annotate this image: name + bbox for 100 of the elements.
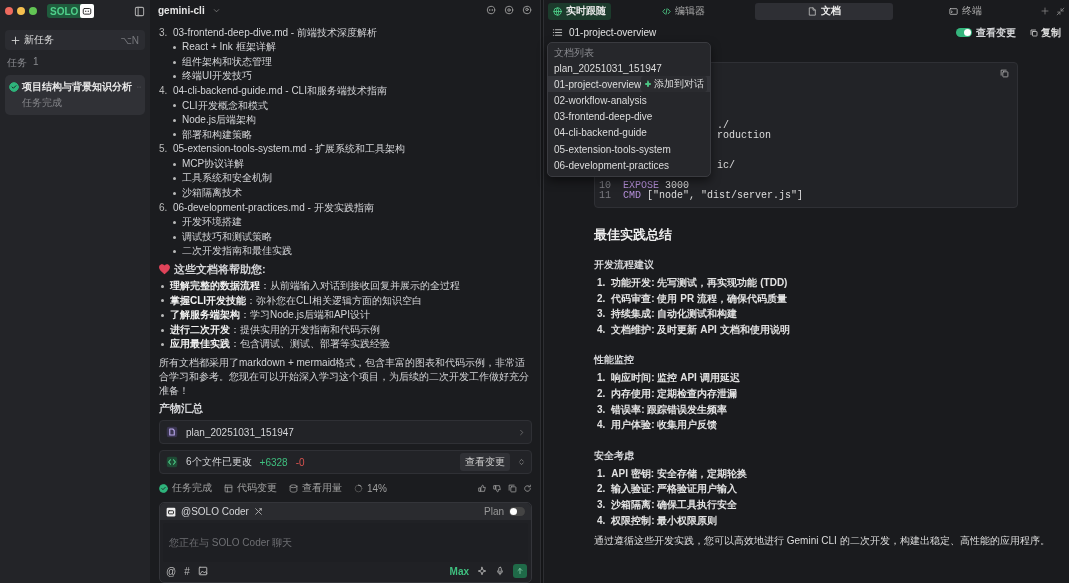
document-title: 01-project-overview xyxy=(569,27,657,38)
list-item: 终端UI开发技巧 xyxy=(182,69,252,84)
bullet-icon xyxy=(161,343,164,347)
task-count: 1 xyxy=(33,56,39,69)
tag-button[interactable]: # xyxy=(184,565,190,577)
bullet-icon xyxy=(161,328,164,332)
list-number: 4. xyxy=(597,322,606,337)
settings-icon[interactable] xyxy=(504,5,514,16)
menu-heading: 文档列表 xyxy=(553,46,595,60)
arrow-up-icon xyxy=(516,567,524,575)
heart-icon xyxy=(159,263,170,275)
bullet-icon xyxy=(161,299,164,303)
mode-label[interactable]: Max xyxy=(449,565,469,577)
terminal-icon xyxy=(948,6,958,16)
bullet-icon xyxy=(173,60,176,64)
removed-count: -0 xyxy=(295,456,305,468)
list-number: 1. xyxy=(597,276,606,290)
section-heading: 性能监控 xyxy=(594,353,635,368)
progress-ring-icon xyxy=(354,483,363,493)
list-number: 3. xyxy=(597,497,606,512)
summary-text: 所有文档都采用了markdown + mermaid格式，包含丰富的图表和代码示例，非常适合学习和参考。您现在可以开始深入学习这个项目，为后续的二次开发工作做好充分准备！ xyxy=(159,356,530,398)
list-item: API 密钥: 安全存储，定期轮换 xyxy=(611,466,747,481)
chevron-right-icon xyxy=(518,428,525,436)
add-to-chat-button[interactable]: 添加到对话 xyxy=(641,76,708,93)
status-item[interactable]: 代码变更 xyxy=(224,481,277,495)
thumbs-down-icon[interactable] xyxy=(493,483,502,493)
copy-icon[interactable] xyxy=(1000,69,1009,78)
document-heading: 最佳实践总结 xyxy=(594,226,673,244)
plus-icon xyxy=(1041,7,1049,15)
sidebar-toggle-icon[interactable] xyxy=(134,5,145,17)
panel-tab[interactable]: 编辑器 xyxy=(614,2,752,20)
line-number: 11 xyxy=(599,191,612,201)
task-item[interactable]: 项目结构与背景知识分析 任务完成 xyxy=(5,75,145,115)
robot-icon xyxy=(82,6,93,16)
user-icon[interactable] xyxy=(522,5,532,16)
section-heading: 产物汇总 xyxy=(159,401,204,416)
image-icon[interactable] xyxy=(197,566,208,576)
bullet-icon xyxy=(173,45,176,49)
list-item: 二次开发指南和最佳实践 xyxy=(182,244,292,259)
window-zoom-button[interactable] xyxy=(29,7,37,15)
panel-tab[interactable]: 文档 xyxy=(755,2,893,20)
list-item: 进行二次开发：提供实用的开发指南和代码示例 xyxy=(170,322,380,337)
bullet-icon xyxy=(161,314,164,317)
database-icon xyxy=(289,483,298,493)
copy-icon[interactable] xyxy=(508,483,517,493)
list-icon[interactable] xyxy=(552,27,563,38)
section-heading: 安全考虑 xyxy=(594,448,635,463)
view-changes-toggle[interactable] xyxy=(956,28,972,37)
collapse-icon[interactable] xyxy=(1056,6,1065,16)
window-close-button[interactable] xyxy=(5,7,13,15)
mention-button[interactable]: @ xyxy=(166,565,177,577)
send-button[interactable] xyxy=(513,564,527,578)
panel-tab[interactable]: 终端 xyxy=(896,2,1034,20)
list-number: 4. xyxy=(597,418,606,433)
list-number: 2. xyxy=(597,291,606,306)
bullet-icon xyxy=(173,104,176,108)
code-line: ./ xyxy=(717,121,729,131)
bullet-icon xyxy=(173,133,176,137)
menu-item[interactable]: 01-project-overview 添加到对话 xyxy=(548,76,710,93)
list-number: 3. xyxy=(597,307,606,322)
menu-item[interactable]: 06-development-practices xyxy=(548,157,710,174)
list-item: 沙箱隔离技术 xyxy=(182,186,242,201)
copy-button[interactable]: 复制 xyxy=(1030,25,1061,40)
expand-icon[interactable] xyxy=(518,458,525,466)
document-icon xyxy=(166,426,178,438)
menu-item[interactable]: plan_20251031_151947 xyxy=(548,60,710,77)
sparkle-icon[interactable] xyxy=(477,566,487,576)
new-task-button[interactable]: 新任务 ⌥N xyxy=(5,30,145,50)
thumbs-up-icon[interactable] xyxy=(478,483,487,493)
refresh-icon[interactable] xyxy=(523,483,532,493)
plan-toggle[interactable] xyxy=(509,507,525,516)
app-name: SOLO xyxy=(50,5,79,17)
list-item: CLI开发概念和模式 xyxy=(182,98,268,113)
menu-item[interactable]: 04-cli-backend-guide xyxy=(548,124,710,141)
menu-item[interactable]: 02-workflow-analysis xyxy=(548,92,710,109)
list-item: 调试技巧和测试策略 xyxy=(182,229,272,244)
menu-item[interactable]: 03-frontend-deep-dive xyxy=(548,108,710,125)
status-item[interactable]: 查看用量 xyxy=(289,481,342,495)
list-number: 1. xyxy=(597,371,606,386)
list-number: 4. xyxy=(159,83,169,98)
bullet-icon xyxy=(173,118,176,122)
list-item: 06-development-practices.md - 开发实践指南 xyxy=(173,200,374,215)
list-item: Node.js后端架构 xyxy=(182,113,256,128)
menu-item[interactable]: 05-extension-tools-system xyxy=(548,140,710,158)
list-item: 组件架构和状态管理 xyxy=(182,54,272,69)
artifact-card[interactable]: plan_20251031_151947 xyxy=(159,420,532,444)
code-line: CMD ["node", "dist/server.js"] xyxy=(623,191,804,201)
microphone-icon[interactable] xyxy=(495,566,505,576)
chat-composer[interactable]: @SOLO Coder Plan 您正在与 SOLO Coder 聊天 @ # Max xyxy=(159,502,532,583)
view-changes-button[interactable]: 查看变更 xyxy=(460,453,510,471)
live-follow-toggle[interactable]: 实时跟随 xyxy=(548,2,611,20)
project-title[interactable]: gemini-cli xyxy=(158,4,205,16)
added-count: +6328 xyxy=(259,456,288,468)
agent-name: @SOLO Coder xyxy=(181,506,249,517)
list-item: 沙箱隔离: 确保工具执行安全 xyxy=(611,497,738,512)
list-item: 掌握CLI开发技能：弥补您在CLI相关逻辑方面的知识空白 xyxy=(170,293,422,308)
list-item: 权限控制: 最小权限原则 xyxy=(611,513,718,528)
window-minimize-button[interactable] xyxy=(17,7,25,15)
status-item: 14% xyxy=(354,482,387,494)
list-item: 04-cli-backend-guide.md - CLI和服务端技术指南 xyxy=(173,83,387,98)
